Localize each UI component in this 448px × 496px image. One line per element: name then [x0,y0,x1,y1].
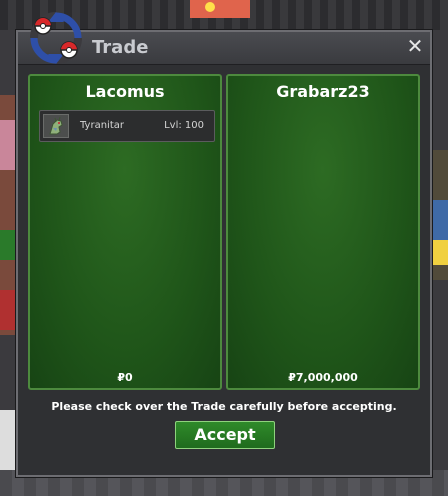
trade-notice-text: Please check over the Trade carefully be… [51,400,397,413]
background-building [190,0,250,18]
left-money-offer: ₽0 [117,371,133,384]
close-icon[interactable]: ✕ [406,36,424,56]
item-pokemon-name: Tyranitar [80,120,124,131]
trade-swap-logo-icon [30,12,82,64]
background-decoration [205,2,215,12]
tyranitar-sprite-icon [43,114,69,138]
background-sprite-right-2 [432,240,448,265]
accept-button[interactable]: Accept [175,421,275,449]
trade-dialog: Trade ✕ Lacomus Tyranitar Lvl: 100 ₽0 Gr… [16,12,432,477]
left-player-name: Lacomus [85,82,165,101]
item-pokemon-level: Lvl: 100 [164,120,204,131]
dialog-title: Trade [92,37,149,58]
right-player-name: Grabarz23 [276,82,370,101]
right-money-offer: ₽7,000,000 [288,371,358,384]
left-trade-panel: Lacomus Tyranitar Lvl: 100 ₽0 [28,74,222,390]
trade-item-tyranitar[interactable]: Tyranitar Lvl: 100 [39,110,215,142]
right-trade-panel: Grabarz23 ₽7,000,000 [226,74,420,390]
